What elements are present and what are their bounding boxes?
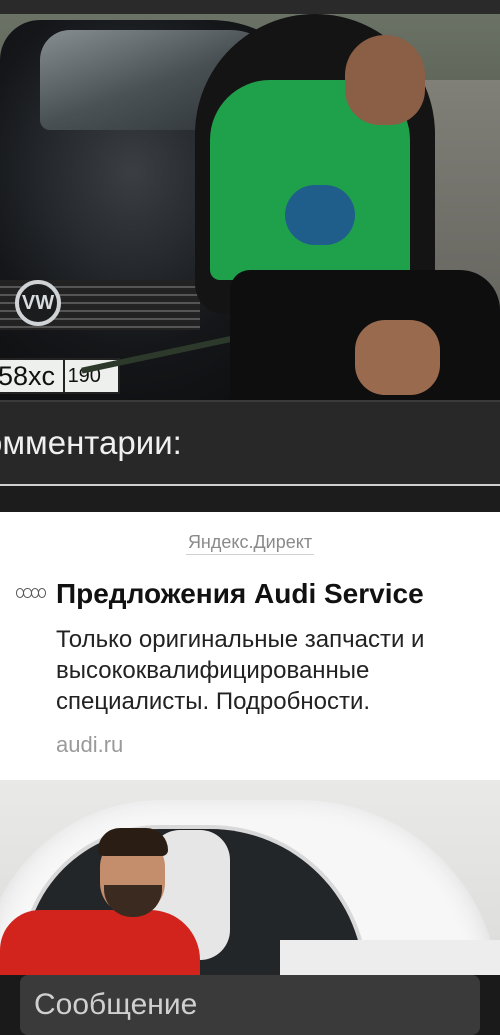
comments-title: омментарии: [0, 424, 182, 461]
comments-header: омментарии: [0, 400, 500, 486]
audi-rings-icon [16, 588, 46, 598]
ad-image[interactable] [0, 780, 500, 975]
ad-source[interactable]: Яндекс.Директ [0, 532, 500, 555]
photo-shirt-print [285, 185, 355, 245]
photo-person-hands [355, 320, 440, 395]
divider [0, 486, 500, 512]
message-input[interactable] [20, 975, 480, 1035]
ad-man-hair [98, 828, 168, 856]
ad-block[interactable]: Яндекс.Директ Предложения Audi Service Т… [0, 512, 500, 780]
ad-text[interactable]: Только оригинальные запчасти и высококва… [56, 624, 496, 717]
ad-source-label[interactable]: Яндекс.Директ [185, 532, 315, 555]
ad-man-shirt [0, 910, 200, 975]
ad-title[interactable]: Предложения Audi Service [56, 578, 424, 610]
ad-car-sill [280, 940, 500, 975]
vw-emblem-icon: VW [15, 280, 61, 326]
post-photo[interactable]: VW 58xc 190 [0, 0, 500, 400]
photo-person-face [345, 35, 425, 125]
license-plate-number: 58xc [0, 361, 56, 391]
ad-domain[interactable]: audi.ru [56, 732, 123, 758]
photo-top-bar [0, 0, 500, 14]
